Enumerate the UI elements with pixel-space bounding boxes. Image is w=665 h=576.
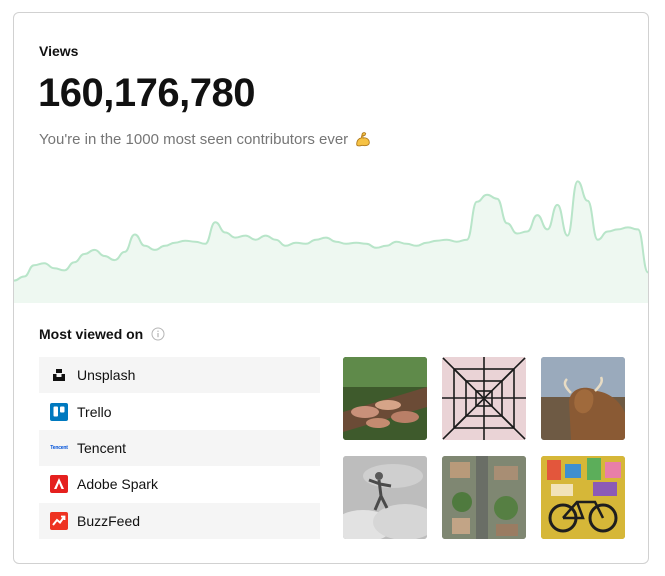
platform-item-unsplash[interactable]: Unsplash xyxy=(39,357,320,394)
most-viewed-title-text: Most viewed on xyxy=(39,326,144,342)
platform-item-adobe-spark[interactable]: Adobe Spark xyxy=(39,466,320,502)
yellow-bicycle-photo[interactable] xyxy=(541,456,625,539)
adobe-spark-logo-icon xyxy=(50,475,68,494)
platform-list: Unsplash Trello Tencent Tencent Adobe Sp… xyxy=(39,357,320,539)
platform-name: Trello xyxy=(77,403,112,420)
jumping-person-clouds-photo[interactable] xyxy=(343,456,427,539)
platform-name: Unsplash xyxy=(77,367,136,384)
trello-logo-icon xyxy=(50,402,68,421)
flexed-biceps-icon xyxy=(356,132,370,147)
platform-item-trello[interactable]: Trello xyxy=(39,393,320,429)
views-label: Views xyxy=(39,43,79,59)
hands-on-tree-photo[interactable] xyxy=(343,357,427,440)
highland-cow-photo[interactable] xyxy=(541,357,625,440)
views-subtitle-text: You're in the 1000 most seen contributor… xyxy=(39,130,349,148)
platform-name: BuzzFeed xyxy=(77,512,141,529)
buzzfeed-logo-icon xyxy=(50,511,68,530)
views-subtitle: You're in the 1000 most seen contributor… xyxy=(39,130,372,148)
sparkline-area xyxy=(14,181,648,303)
power-pylon-photo[interactable] xyxy=(442,357,526,440)
views-sparkline xyxy=(14,180,648,303)
platform-item-buzzfeed[interactable]: BuzzFeed xyxy=(39,502,320,539)
stats-card: Views 160,176,780 You're in the 1000 mos… xyxy=(13,12,649,564)
platform-item-tencent[interactable]: Tencent Tencent xyxy=(39,429,320,467)
platform-name: Tencent xyxy=(77,439,127,456)
most-viewed-title: Most viewed on xyxy=(39,326,165,342)
photo-grid xyxy=(343,357,625,539)
platform-name: Adobe Spark xyxy=(77,476,158,493)
tencent-logo-icon: Tencent xyxy=(50,439,68,457)
tencent-logo-text: Tencent xyxy=(50,444,68,451)
aerial-city-photo[interactable] xyxy=(442,456,526,539)
info-circle-icon[interactable] xyxy=(151,327,165,341)
unsplash-logo-icon xyxy=(50,366,68,384)
views-count: 160,176,780 xyxy=(38,71,255,115)
